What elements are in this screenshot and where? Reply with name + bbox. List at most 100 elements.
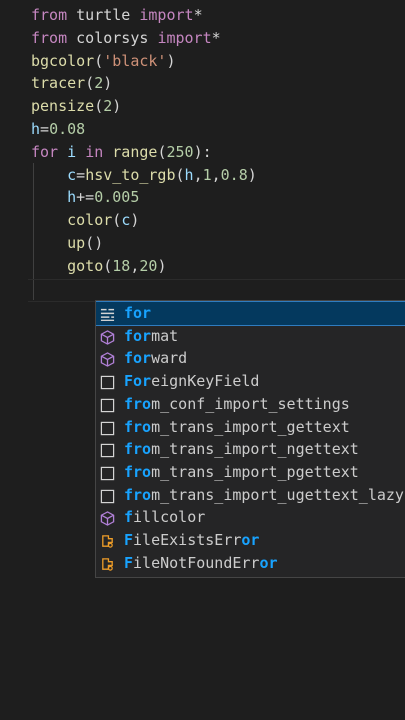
code-token: hsv_to_rgb (85, 165, 176, 184)
suggestion-label: fillcolor (124, 506, 205, 529)
class-icon (100, 465, 115, 481)
code-editor[interactable]: from turtle import* from colorsys import*… (0, 0, 405, 720)
code-token: 2 (94, 74, 104, 93)
suggestion-item[interactable]: for (96, 301, 405, 326)
code-token: 0.08 (49, 120, 86, 138)
class-icon (100, 442, 115, 458)
variable-icon (100, 556, 115, 571)
code-token: , (211, 165, 221, 184)
suggestion-rest-text: m_conf_import_settings (151, 394, 350, 413)
code-token: ( (175, 165, 185, 184)
code-token: ) (130, 211, 140, 230)
code-line[interactable]: from colorsys import* (31, 27, 221, 50)
suggestion-item[interactable]: forward (96, 347, 405, 370)
current-input-line[interactable]: for (31, 278, 133, 321)
suggestion-rest-text: m_trans_import_pgettext (151, 462, 359, 481)
suggestion-item[interactable]: FileNotFoundError (96, 552, 405, 575)
suggestion-label: FileNotFoundError (124, 552, 278, 575)
code-token: ): (193, 142, 212, 161)
class-icon (100, 420, 115, 435)
code-token: tracer (31, 74, 86, 93)
code-line[interactable]: bgcolor('black') (31, 50, 176, 73)
code-token: ( (112, 211, 122, 230)
code-token: from (31, 6, 68, 24)
code-line[interactable]: tracer(2) (31, 72, 112, 95)
code-token: in (85, 142, 104, 161)
code-token: i (67, 142, 77, 161)
code-token: 2 (103, 97, 113, 116)
suggestion-match-text: f (124, 508, 134, 527)
suggestion-item[interactable]: from_trans_import_ngettext (96, 438, 405, 461)
code-token: ) (103, 74, 113, 93)
suggestion-rest-text: ward (151, 349, 188, 368)
code-token: = (40, 120, 50, 138)
code-line[interactable]: pensize(2) (31, 95, 121, 118)
code-line[interactable]: c=hsv_to_rgb(h,1,0.8) (31, 164, 257, 187)
suggestion-match-text: or (241, 531, 260, 549)
suggestion-match-text: For (124, 372, 152, 391)
suggestion-item[interactable]: ForeignKeyField (96, 370, 405, 393)
suggestion-item[interactable]: from_trans_import_ugettext_lazy (96, 484, 405, 507)
code-line[interactable]: color(c) (31, 209, 139, 232)
suggestion-rest-text: ileExistsErr (133, 531, 242, 549)
code-token: bgcolor (31, 51, 95, 70)
code-token: 0.8 (220, 165, 248, 184)
suggestion-match-text: F (124, 531, 134, 549)
code-line[interactable]: goto(18,20) (31, 255, 166, 278)
method-icon (100, 329, 115, 345)
suggestion-match-text: for (124, 326, 152, 345)
code-line[interactable]: for i in range(250): (31, 141, 212, 164)
code-token: c (121, 211, 131, 230)
code-token: h (184, 165, 194, 184)
method-icon (100, 510, 115, 527)
code-token: for (31, 142, 59, 161)
code-token: () (85, 234, 104, 252)
class-icon (100, 374, 115, 390)
method-icon (100, 351, 115, 368)
code-line[interactable]: h=0.08 (31, 118, 85, 141)
suggestion-item[interactable]: FileExistsError (96, 529, 405, 552)
code-token: pensize (31, 97, 95, 116)
suggestion-label: from_conf_import_settings (124, 393, 350, 416)
code-token: 1 (202, 165, 212, 184)
keyword-icon (100, 306, 115, 321)
code-token: * (193, 6, 203, 24)
suggestion-item[interactable]: from_trans_import_gettext (96, 416, 405, 439)
code-token: goto (67, 256, 104, 275)
suggestion-rest-text: m_trans_import_ugettext_lazy (151, 485, 404, 504)
suggestion-item[interactable]: from_conf_import_settings (96, 393, 405, 416)
suggestion-item[interactable]: fillcolor (96, 506, 405, 529)
class-icon (100, 397, 115, 412)
code-token: , (193, 165, 203, 184)
code-token: * (211, 28, 221, 47)
code-line[interactable]: up() (31, 232, 103, 255)
code-token: ) (166, 51, 176, 70)
code-token: h (67, 188, 77, 207)
code-line[interactable]: h+=0.005 (31, 186, 139, 209)
code-line[interactable]: from turtle import* (31, 4, 203, 27)
code-token: color (67, 211, 113, 230)
suggestion-rest-text: ileNotFoundErr (133, 553, 260, 572)
variable-icon (100, 533, 115, 548)
suggestion-label: forward (124, 347, 187, 370)
suggestion-label: from_trans_import_ngettext (124, 438, 359, 461)
suggestion-item[interactable]: from_trans_import_pgettext (96, 461, 405, 484)
suggestion-item[interactable]: format (96, 325, 405, 348)
code-token: ) (157, 256, 167, 275)
code-token: ( (94, 97, 104, 116)
code-token: turtle (67, 6, 140, 24)
autocomplete-suggestions[interactable]: for format forward ForeignKeyField from_conf… (95, 300, 405, 578)
code-token: 20 (139, 256, 158, 275)
code-token: 250 (166, 142, 194, 161)
code-token: import (139, 6, 194, 24)
suggestion-label: from_trans_import_ugettext_lazy (124, 484, 404, 507)
suggestion-match-text: fro (124, 485, 152, 504)
